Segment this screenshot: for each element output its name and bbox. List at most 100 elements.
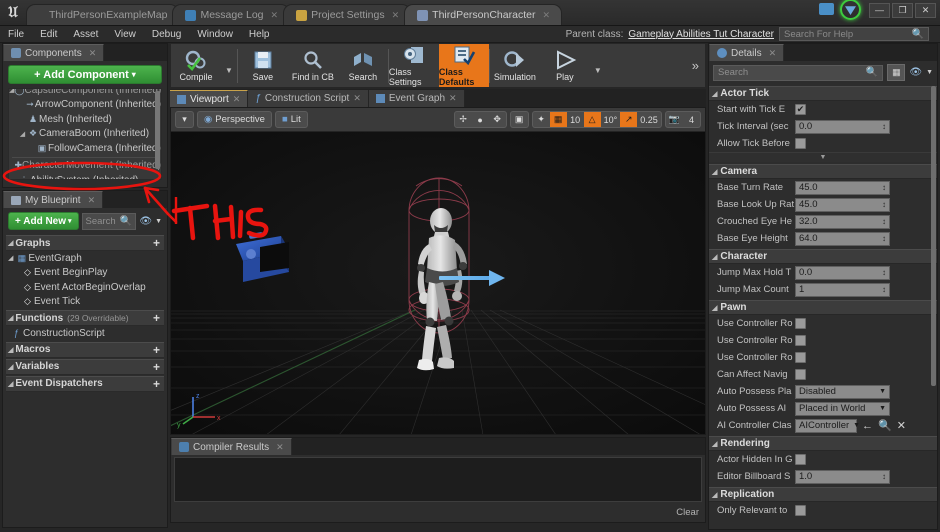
- spinner-icon[interactable]: ↕: [882, 217, 886, 226]
- scale-snap-value[interactable]: 0.25: [637, 112, 661, 127]
- my-blueprint-item[interactable]: ƒ ConstructionScript: [3, 326, 167, 341]
- close-icon[interactable]: ✕: [88, 195, 96, 206]
- tab-components[interactable]: Components ✕: [3, 44, 105, 61]
- spinner-icon[interactable]: ↕: [882, 122, 886, 131]
- property-number-input[interactable]: 1.0 ↕: [795, 469, 890, 484]
- property-checkbox[interactable]: [795, 138, 806, 149]
- close-icon[interactable]: ✕: [276, 442, 284, 453]
- grid-snap-icon[interactable]: ▦: [549, 112, 567, 127]
- coordinate-space-button[interactable]: ▣: [509, 111, 529, 128]
- column-view-icon[interactable]: ▦: [887, 64, 906, 81]
- scale-gizmo-icon[interactable]: ✥: [489, 112, 506, 127]
- my-blueprint-item[interactable]: ◇ Event ActorBeginOverlap: [3, 280, 167, 295]
- spinner-icon[interactable]: ↕: [882, 472, 886, 481]
- property-checkbox[interactable]: [795, 454, 806, 465]
- my-blueprint-section-header[interactable]: ◢ Event Dispatchers +: [6, 375, 164, 392]
- toolbar-button-simulation[interactable]: Simulation: [490, 44, 540, 87]
- menu-item-file[interactable]: File: [0, 26, 32, 43]
- toolbar-button-class-settings[interactable]: Class Settings: [389, 44, 439, 87]
- property-number-input[interactable]: 32.0 ↕: [795, 214, 890, 229]
- details-section-header[interactable]: ◢ Camera: [709, 164, 937, 179]
- app-tab-third-person-example-map[interactable]: ThirdPersonExampleMap: [26, 4, 180, 25]
- rotate-gizmo-icon[interactable]: ●: [472, 112, 489, 127]
- toolbar-button-compile[interactable]: Compile: [171, 44, 221, 87]
- spinner-icon[interactable]: ↕: [882, 200, 886, 209]
- add-section-item-button[interactable]: +: [153, 236, 164, 250]
- camera-speed-icon[interactable]: 📷: [666, 112, 683, 127]
- details-scroll-area[interactable]: ◢ Actor Tick Start with Tick E ✔ Tick Interv…: [709, 84, 937, 532]
- compiler-results-log[interactable]: [174, 457, 702, 502]
- spinner-icon[interactable]: ↕: [882, 183, 886, 192]
- tab-viewport[interactable]: Viewport ✕: [170, 90, 249, 107]
- component-row[interactable]: ➞ ArrowComponent (Inherited): [9, 98, 161, 113]
- surface-snap-icon[interactable]: ✦: [533, 112, 550, 127]
- components-tree[interactable]: ◢ ◯ CapsuleComponent (Inherited) ➞ ArrowComp…: [8, 88, 162, 180]
- viewport-3d-scene[interactable]: z x y: [171, 132, 705, 434]
- app-tab-close-icon[interactable]: ✕: [392, 10, 400, 21]
- scale-snap-icon[interactable]: ↗: [620, 112, 638, 127]
- my-blueprint-item[interactable]: ◢ ▦ EventGraph: [3, 251, 167, 266]
- details-section-header[interactable]: ◢ Rendering: [709, 436, 937, 451]
- my-blueprint-section-header[interactable]: ◢ Variables +: [6, 358, 164, 375]
- view-mode-lit-button[interactable]: ■ Lit: [274, 111, 308, 128]
- grid-snap-value[interactable]: 10: [567, 112, 584, 127]
- component-row[interactable]: ⋮AbilitySystem (Inherited): [9, 173, 161, 179]
- parent-class-link[interactable]: Gameplay Abilities Tut Character: [628, 29, 774, 40]
- browse-icon[interactable]: 🔍: [878, 419, 892, 432]
- maximize-button[interactable]: ❐: [892, 2, 913, 18]
- component-row[interactable]: ♟ Mesh (Inherited): [9, 112, 161, 127]
- property-number-input[interactable]: 0.0 ↕: [795, 119, 890, 134]
- chevron-down-icon[interactable]: ▼: [926, 69, 933, 76]
- app-tab-close-icon[interactable]: ✕: [542, 10, 550, 21]
- minimize-button[interactable]: —: [869, 2, 890, 18]
- translate-gizmo-icon[interactable]: ✢: [455, 112, 472, 127]
- tab-details[interactable]: Details ✕: [709, 44, 785, 61]
- spinner-icon[interactable]: ↕: [882, 234, 886, 243]
- property-number-input[interactable]: 45.0 ↕: [795, 180, 890, 195]
- clear-icon[interactable]: ✕: [897, 419, 906, 432]
- unreal-engine-logo[interactable]: 𝔘: [0, 0, 26, 25]
- details-section-header[interactable]: ◢ Replication: [709, 487, 937, 502]
- my-blueprint-section-header[interactable]: ◢ Macros +: [6, 341, 164, 358]
- tab-event-graph[interactable]: Event Graph ✕: [368, 90, 465, 107]
- camera-perspective-button[interactable]: ◉ Perspective: [197, 111, 272, 128]
- add-section-item-button[interactable]: +: [153, 343, 164, 357]
- property-number-input[interactable]: 0.0 ↕: [795, 265, 890, 280]
- close-icon[interactable]: ✕: [449, 93, 457, 104]
- visibility-icon[interactable]: 👁: [909, 67, 922, 78]
- my-blueprint-item[interactable]: ◇ Event BeginPlay: [3, 266, 167, 281]
- details-section-header[interactable]: ◢ Pawn: [709, 300, 937, 315]
- property-number-input[interactable]: 64.0 ↕: [795, 231, 890, 246]
- property-dropdown[interactable]: AIController ▼: [795, 418, 860, 433]
- app-tab-third-person-character[interactable]: ThirdPersonCharacter ✕: [404, 4, 562, 25]
- tab-construction-script[interactable]: ƒ Construction Script ✕: [248, 90, 369, 107]
- back-arrow-icon[interactable]: ←: [862, 420, 873, 432]
- camera-speed-value[interactable]: 4: [683, 112, 700, 127]
- component-row[interactable]: ◢ ◯ CapsuleComponent (Inherited): [9, 89, 161, 98]
- property-checkbox[interactable]: [795, 335, 806, 346]
- property-number-input[interactable]: 1 ↕: [795, 282, 890, 297]
- tab-compiler-results[interactable]: Compiler Results ✕: [171, 438, 292, 455]
- add-section-item-button[interactable]: +: [153, 360, 164, 374]
- visibility-icon[interactable]: 👁: [139, 216, 152, 227]
- chat-icon[interactable]: [819, 2, 834, 15]
- expander-icon[interactable]: ◢: [18, 130, 27, 138]
- property-checkbox[interactable]: [795, 352, 806, 363]
- my-blueprint-search-input[interactable]: Search 🔍: [81, 212, 137, 230]
- my-blueprint-section-header[interactable]: ◢ Functions (29 Overridable) +: [6, 310, 164, 326]
- viewport-options-menu[interactable]: ▾: [175, 111, 194, 128]
- app-tab-close-icon[interactable]: ✕: [271, 10, 279, 21]
- section-collapse-bar[interactable]: ▼: [709, 152, 937, 162]
- rotation-snap-value[interactable]: 10°: [601, 112, 621, 127]
- chevron-down-icon[interactable]: ▼: [590, 66, 606, 75]
- property-number-input[interactable]: 45.0 ↕: [795, 197, 890, 212]
- app-tab-project-settings[interactable]: Project Settings ✕: [283, 4, 412, 25]
- spinner-icon[interactable]: ↕: [882, 268, 886, 277]
- property-checkbox[interactable]: [795, 505, 806, 516]
- toolbar-overflow-button[interactable]: »: [692, 58, 705, 73]
- details-search-input[interactable]: Search 🔍: [713, 64, 884, 81]
- property-checkbox[interactable]: [795, 369, 806, 380]
- help-search-input[interactable]: Search For Help 🔍: [779, 27, 929, 41]
- menu-item-window[interactable]: Window: [189, 26, 241, 43]
- clear-button[interactable]: Clear: [676, 507, 699, 518]
